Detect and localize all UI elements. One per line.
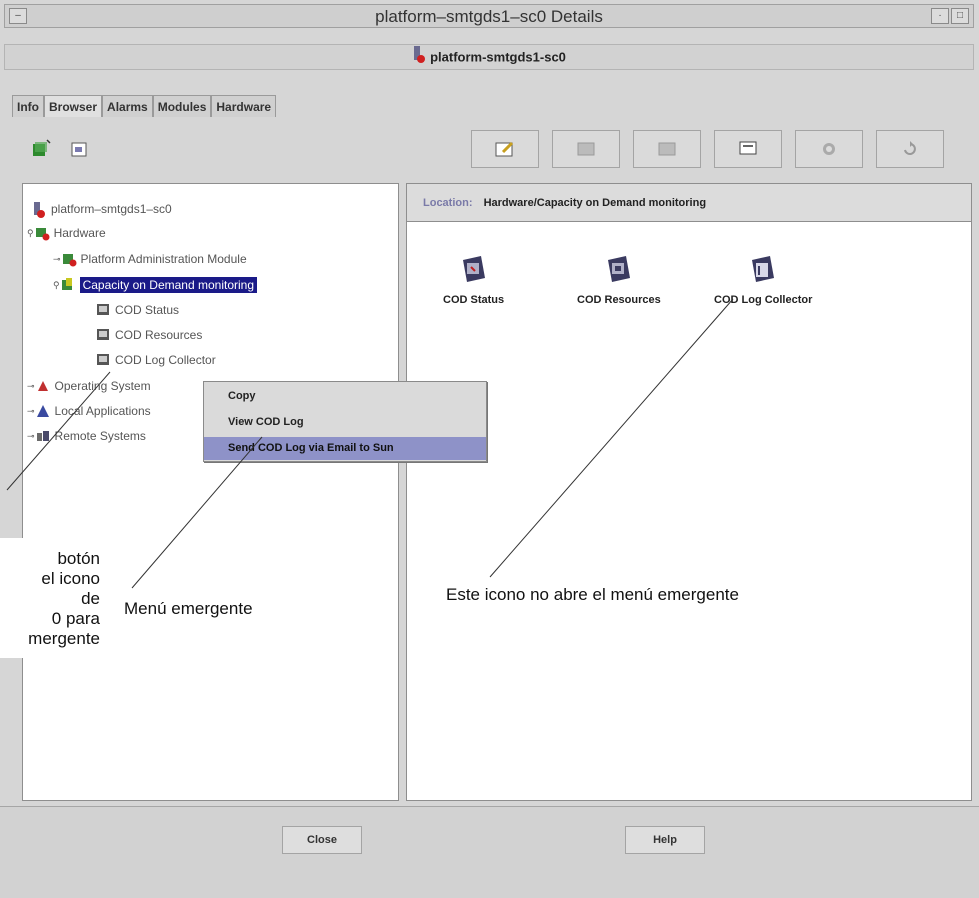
tree-label: COD Status bbox=[115, 303, 180, 317]
tree-label: COD Resources bbox=[115, 328, 203, 342]
collapse-toggle-icon[interactable]: ⊸ bbox=[53, 254, 61, 265]
expand-toggle-icon[interactable]: ⚲ bbox=[53, 280, 60, 291]
tree-item-cod-resources[interactable]: COD Resources bbox=[95, 327, 202, 343]
collapse-toggle-icon[interactable]: ⊸ bbox=[27, 431, 35, 442]
collapse-toggle-icon[interactable]: ⊸ bbox=[27, 406, 35, 417]
monitor-view-button[interactable] bbox=[714, 130, 782, 168]
caption-left: botón el icono de 0 para mergente bbox=[0, 549, 100, 649]
collapse-toggle-icon[interactable]: ⊸ bbox=[27, 381, 35, 392]
edit-icon bbox=[495, 141, 514, 157]
cod-resources-icon bbox=[607, 256, 630, 282]
tree-pane[interactable]: platform–smtgds1–sc0 ⚲ Hardware ⊸ Platfo… bbox=[22, 183, 399, 801]
cod-status-item[interactable]: COD Status bbox=[443, 254, 504, 306]
tree-toolbar bbox=[30, 138, 90, 160]
monitor-icon bbox=[95, 327, 111, 343]
menu-item-view-cod-log[interactable]: View COD Log bbox=[204, 411, 486, 434]
caption-line: el icono bbox=[41, 569, 100, 588]
module-icon bbox=[61, 251, 77, 267]
tree-item-operating-system[interactable]: ⊸ Operating System bbox=[27, 378, 151, 394]
close-button[interactable]: Close bbox=[282, 826, 362, 854]
content-toolbar bbox=[471, 130, 944, 168]
menu-item-copy[interactable]: Copy bbox=[204, 385, 486, 408]
tab-modules[interactable]: Modules bbox=[152, 95, 212, 117]
host-icon bbox=[412, 45, 426, 71]
monitor-icon bbox=[739, 141, 757, 155]
location-label: Location: bbox=[423, 197, 473, 209]
tree-label: Local Applications bbox=[54, 404, 151, 418]
tree-label: Platform Administration Module bbox=[80, 252, 247, 266]
graph-button[interactable] bbox=[633, 130, 701, 168]
host-icon bbox=[31, 201, 47, 218]
tree-item-cod-status[interactable]: COD Status bbox=[95, 302, 179, 318]
tree-label: COD Log Collector bbox=[115, 353, 216, 367]
maximize-button[interactable]: □ bbox=[951, 8, 969, 24]
table-icon bbox=[577, 142, 595, 156]
tree-item-platform-admin[interactable]: ⊸ Platform Administration Module bbox=[53, 251, 247, 267]
tree-item-local-applications[interactable]: ⊸ Local Applications bbox=[27, 403, 151, 419]
tree-item-host[interactable]: platform–smtgds1–sc0 bbox=[31, 201, 172, 218]
tab-info[interactable]: Info bbox=[12, 95, 44, 117]
tree-item-cod-log-collector[interactable]: COD Log Collector bbox=[95, 352, 216, 368]
cod-status-icon bbox=[462, 256, 485, 282]
os-icon bbox=[35, 378, 51, 394]
tree-label: platform–smtgds1–sc0 bbox=[51, 202, 172, 216]
icon-label: COD Log Collector bbox=[714, 294, 813, 306]
content-pane[interactable]: Location: Hardware/Capacity on Demand mo… bbox=[406, 183, 972, 801]
location-bar: Location: Hardware/Capacity on Demand mo… bbox=[407, 184, 971, 222]
refresh-button[interactable] bbox=[876, 130, 944, 168]
module-icon bbox=[60, 277, 76, 293]
load-module-icon[interactable] bbox=[30, 138, 52, 160]
host-name: platform-smtgds1-sc0 bbox=[430, 49, 566, 65]
apps-icon bbox=[35, 403, 51, 419]
tab-browser[interactable]: Browser bbox=[44, 95, 103, 117]
table-view-button[interactable] bbox=[552, 130, 620, 168]
globe-icon bbox=[823, 143, 835, 155]
title-bar[interactable]: – platform–smtgds1–sc0 Details · □ bbox=[4, 4, 974, 28]
cod-log-collector-icon bbox=[752, 256, 775, 282]
properties-button[interactable] bbox=[471, 130, 539, 168]
hardware-icon bbox=[34, 225, 50, 241]
host-header: platform-smtgds1-sc0 bbox=[4, 44, 974, 70]
button-bar: Close Help bbox=[0, 806, 979, 898]
tree-item-capacity-on-demand[interactable]: ⚲ Capacity on Demand monitoring bbox=[53, 277, 258, 293]
tree-item-hardware[interactable]: ⚲ Hardware bbox=[27, 225, 106, 241]
caption-right: Este icono no abre el menú emergente bbox=[446, 585, 739, 604]
detach-icon[interactable] bbox=[68, 138, 90, 160]
tree-label: Remote Systems bbox=[54, 429, 146, 443]
tree-label: Operating System bbox=[54, 379, 151, 393]
help-button[interactable]: Help bbox=[625, 826, 705, 854]
cod-log-collector-item[interactable]: COD Log Collector bbox=[714, 254, 812, 306]
graph-icon bbox=[658, 142, 676, 156]
remote-icon bbox=[35, 428, 51, 444]
minimize-button[interactable]: · bbox=[931, 8, 949, 24]
tab-hardware[interactable]: Hardware bbox=[211, 95, 277, 117]
details-window: – platform–smtgds1–sc0 Details · □ platf… bbox=[0, 0, 979, 898]
icon-label: COD Status bbox=[443, 294, 505, 306]
context-menu: Copy View COD Log Send COD Log via Email… bbox=[203, 381, 487, 462]
tab-alarms[interactable]: Alarms bbox=[102, 95, 153, 117]
menu-item-send-cod-log[interactable]: Send COD Log via Email to Sun bbox=[204, 437, 486, 460]
caption-line: mergente bbox=[28, 629, 100, 648]
tree-item-remote-systems[interactable]: ⊸ Remote Systems bbox=[27, 428, 146, 444]
caption-line: botón bbox=[57, 549, 100, 568]
caption-line: 0 para bbox=[51, 609, 100, 628]
monitor-icon bbox=[95, 302, 111, 318]
tab-bar: Info Browser Alarms Modules Hardware bbox=[12, 95, 277, 119]
globe-button[interactable] bbox=[795, 130, 863, 168]
tree-label: Hardware bbox=[53, 226, 106, 240]
window-title: platform–smtgds1–sc0 Details bbox=[375, 7, 603, 26]
cod-resources-item[interactable]: COD Resources bbox=[577, 254, 661, 306]
caption-line: de bbox=[81, 589, 100, 608]
tree-label-selected: Capacity on Demand monitoring bbox=[79, 277, 258, 293]
monitor-icon bbox=[95, 352, 111, 368]
caption-middle: Menú emergente bbox=[124, 599, 253, 618]
location-value: Hardware/Capacity on Demand monitoring bbox=[483, 197, 707, 209]
expand-toggle-icon[interactable]: ⚲ bbox=[27, 228, 34, 239]
refresh-icon bbox=[904, 141, 916, 155]
icon-label: COD Resources bbox=[577, 294, 661, 306]
